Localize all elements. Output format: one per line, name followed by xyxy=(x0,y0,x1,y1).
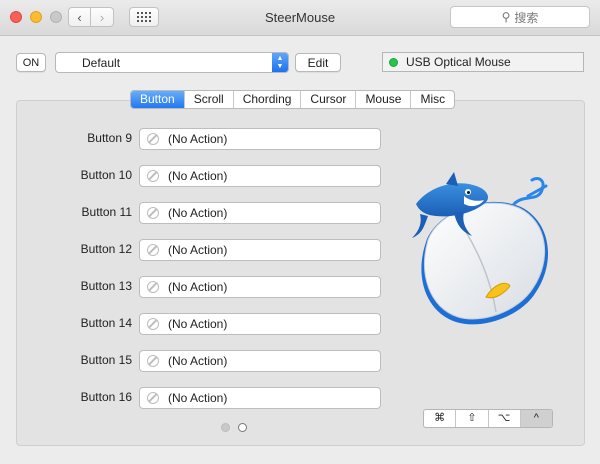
button-row: Button 9 (No Action) xyxy=(0,128,600,150)
button-label: Button 15 xyxy=(80,353,132,367)
prohibited-icon xyxy=(147,244,159,256)
action-value: (No Action) xyxy=(168,206,228,220)
action-value: (No Action) xyxy=(168,354,228,368)
shark-on-mouse-icon xyxy=(412,172,548,325)
on-toggle-button[interactable]: ON xyxy=(16,53,46,72)
action-field[interactable]: (No Action) xyxy=(139,128,381,150)
action-value: (No Action) xyxy=(168,391,228,405)
tab-mouse[interactable]: Mouse xyxy=(355,91,410,108)
option-key-button[interactable]: ⌥ xyxy=(487,410,520,427)
prohibited-icon xyxy=(147,281,159,293)
prohibited-icon xyxy=(147,207,159,219)
button-label: Button 9 xyxy=(87,131,132,145)
title-bar: ‹ › SteerMouse ⚲ 搜索 xyxy=(0,0,600,36)
status-dot-icon xyxy=(389,57,398,67)
action-field[interactable]: (No Action) xyxy=(139,387,381,409)
button-label: Button 14 xyxy=(80,316,132,330)
tab-bar: Button Scroll Chording Cursor Mouse Misc xyxy=(130,90,456,109)
action-field[interactable]: (No Action) xyxy=(139,239,381,261)
device-name: USB Optical Mouse xyxy=(406,55,511,69)
action-value: (No Action) xyxy=(168,243,228,257)
shift-key-button[interactable]: ⇧ xyxy=(455,410,487,427)
page-dot-1[interactable] xyxy=(221,423,230,432)
tab-cursor[interactable]: Cursor xyxy=(300,91,355,108)
tab-scroll[interactable]: Scroll xyxy=(183,91,233,108)
button-label: Button 12 xyxy=(80,242,132,256)
prohibited-icon xyxy=(147,318,159,330)
action-field[interactable]: (No Action) xyxy=(139,165,381,187)
action-field[interactable]: (No Action) xyxy=(139,313,381,335)
up-down-arrows-icon: ▲ ▼ xyxy=(272,53,288,72)
button-label: Button 10 xyxy=(80,168,132,182)
action-value: (No Action) xyxy=(168,317,228,331)
button-label: Button 11 xyxy=(81,205,132,219)
magnifier-icon: ⚲ xyxy=(501,10,511,24)
button-row: Button 16 (No Action) xyxy=(0,387,600,409)
command-key-button[interactable]: ⌘ xyxy=(424,410,455,427)
preset-value: Default xyxy=(82,56,121,70)
preset-popup[interactable]: Default ▲ ▼ xyxy=(55,52,289,73)
action-value: (No Action) xyxy=(168,169,228,183)
action-field[interactable]: (No Action) xyxy=(139,276,381,298)
tab-chording[interactable]: Chording xyxy=(232,91,301,108)
action-value: (No Action) xyxy=(168,280,228,294)
tab-button[interactable]: Button xyxy=(131,91,184,108)
control-key-button[interactable]: ^ xyxy=(519,410,552,427)
prohibited-icon xyxy=(147,133,159,145)
action-value: (No Action) xyxy=(168,132,228,146)
prohibited-icon xyxy=(147,355,159,367)
search-field[interactable]: ⚲ 搜索 xyxy=(450,6,590,28)
button-label: Button 13 xyxy=(80,279,132,293)
prohibited-icon xyxy=(147,170,159,182)
search-placeholder: 搜索 xyxy=(514,10,539,25)
prohibited-icon xyxy=(147,392,159,404)
page-dot-2[interactable] xyxy=(238,423,247,432)
action-field[interactable]: (No Action) xyxy=(139,350,381,372)
edit-button[interactable]: Edit xyxy=(295,53,341,72)
tab-misc[interactable]: Misc xyxy=(410,91,454,108)
button-row: Button 15 (No Action) xyxy=(0,350,600,372)
action-field[interactable]: (No Action) xyxy=(139,202,381,224)
device-indicator: USB Optical Mouse xyxy=(382,52,584,72)
button-label: Button 16 xyxy=(80,390,132,404)
modifier-key-group: ⌘ ⇧ ⌥ ^ xyxy=(423,409,553,428)
